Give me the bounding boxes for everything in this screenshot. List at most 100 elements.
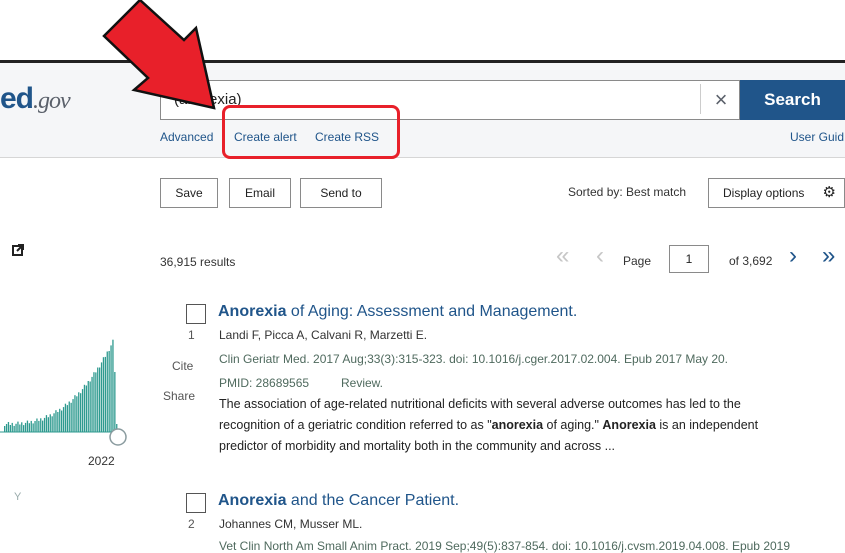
first-page-icon[interactable]: « — [556, 242, 569, 270]
timeline-bar — [24, 422, 27, 432]
timeline-bar — [81, 389, 84, 432]
email-button[interactable]: Email — [229, 178, 291, 208]
timeline-bar — [28, 423, 30, 432]
article-title-link[interactable]: Anorexia of Aging: Assessment and Manage… — [218, 303, 577, 321]
select-article-checkbox[interactable] — [186, 493, 206, 513]
share-button[interactable]: Share — [163, 389, 195, 403]
save-button[interactable]: Save — [160, 178, 218, 208]
snippet-highlight: anorexia — [491, 418, 544, 432]
timeline-bar — [26, 420, 29, 432]
snippet-line: predictor of morbidity and mortality bot… — [219, 439, 616, 453]
advanced-search-link[interactable]: Advanced — [160, 130, 213, 144]
page-number-input[interactable]: 1 — [669, 245, 709, 273]
timeline-bar — [62, 407, 65, 432]
header-divider — [0, 157, 845, 158]
annotation-arrow-icon — [102, 0, 216, 110]
logo-text: ed — [0, 82, 34, 115]
timeline-bar — [13, 425, 15, 432]
sort-order-label[interactable]: Sorted by: Best match — [568, 185, 686, 199]
article-authors: Landi F, Picca A, Calvani R, Marzetti E. — [219, 328, 428, 342]
timeline-bar — [42, 420, 44, 432]
timeline-bar — [110, 345, 112, 432]
timeline-bar — [59, 408, 61, 432]
timeline-bar — [17, 421, 19, 432]
timeline-bar — [74, 395, 76, 432]
timeline-bar — [36, 418, 38, 432]
timeline-bar — [47, 417, 49, 432]
display-options-label: Display options — [723, 186, 805, 200]
clear-search-icon[interactable]: × — [707, 86, 735, 114]
timeline-bar — [89, 381, 91, 432]
timeline-bar — [51, 416, 53, 432]
article-snippet: The association of age-related nutrition… — [219, 394, 819, 457]
timeline-bar — [23, 425, 25, 432]
article-pmid: PMID: 28689565 — [219, 376, 310, 390]
timeline-bar — [95, 372, 97, 432]
article-citation: Vet Clin North Am Small Anim Pract. 2019… — [219, 539, 791, 553]
previous-page-icon[interactable]: ‹ — [596, 242, 604, 270]
timeline-axis-letter: Y — [14, 491, 22, 503]
article-type: Review. — [341, 376, 384, 390]
timeline-bar — [97, 367, 99, 432]
timeline-bar — [93, 372, 95, 432]
snippet-line: recognition of a geriatric condition ref… — [219, 415, 819, 436]
search-divider — [700, 84, 701, 114]
next-page-icon[interactable]: › — [789, 242, 797, 270]
select-article-checkbox[interactable] — [186, 304, 206, 324]
timeline-bar — [102, 357, 105, 432]
timeline-bar — [70, 402, 72, 432]
timeline-bar — [38, 420, 40, 432]
timeline-bar — [87, 381, 89, 432]
search-button[interactable]: Search — [740, 80, 845, 120]
snippet-line: The association of age-related nutrition… — [219, 397, 741, 411]
timeline-bar — [30, 420, 32, 432]
timeline-bar — [19, 424, 21, 432]
timeline-bar — [108, 351, 110, 432]
timeline-bar — [64, 403, 67, 432]
timeline-bar — [106, 351, 108, 432]
timeline-bar — [91, 376, 93, 432]
timeline-bar — [61, 410, 63, 432]
timeline-bar — [9, 425, 11, 432]
results-count: 36,915 results — [160, 255, 236, 269]
title-highlight: Anorexia — [218, 303, 287, 320]
snippet-text: is an independent — [655, 418, 759, 432]
timeline-year-label: 2022 — [88, 454, 115, 468]
pubmed-logo[interactable]: ed.gov — [0, 82, 71, 116]
timeline-bar — [11, 422, 13, 432]
title-rest: of Aging: Assessment and Management. — [286, 303, 578, 320]
last-page-icon[interactable]: » — [822, 242, 835, 270]
gear-icon: ⚙ — [822, 184, 836, 201]
display-options-button[interactable]: Display options ⚙ — [708, 178, 845, 208]
timeline-bar — [55, 410, 57, 432]
timeline-bar — [76, 396, 78, 432]
timeline-bar — [68, 401, 70, 432]
timeline-range-handle[interactable] — [109, 428, 127, 446]
expand-timeline-icon[interactable] — [12, 244, 24, 256]
timeline-bar — [53, 413, 55, 432]
timeline-bar — [85, 385, 87, 432]
total-pages: of 3,692 — [729, 254, 773, 268]
snippet-text: recognition of a geriatric condition ref… — [219, 418, 492, 432]
user-guide-link[interactable]: User Guid — [790, 130, 844, 144]
snippet-text: of aging." — [543, 418, 603, 432]
title-highlight: Anorexia — [218, 492, 287, 509]
cite-button[interactable]: Cite — [172, 359, 193, 373]
timeline-bar — [34, 421, 36, 432]
timeline-bar — [43, 417, 46, 432]
title-rest: and the Cancer Patient. — [286, 492, 460, 509]
snippet-highlight: Anorexia — [602, 418, 656, 432]
timeline-bar — [72, 399, 74, 432]
timeline-bar — [49, 414, 51, 432]
timeline-chart[interactable] — [0, 320, 135, 470]
logo-suffix: .gov — [33, 88, 71, 114]
timeline-bar — [45, 415, 48, 432]
timeline-bar — [7, 422, 10, 432]
timeline-bar — [80, 393, 82, 432]
send-to-button[interactable]: Send to — [300, 178, 382, 208]
timeline-bar — [4, 426, 6, 432]
annotation-highlight-box — [222, 105, 400, 159]
article-title-link[interactable]: Anorexia and the Cancer Patient. — [218, 492, 459, 510]
page-label: Page — [623, 254, 652, 268]
article-number: 1 — [188, 328, 195, 342]
